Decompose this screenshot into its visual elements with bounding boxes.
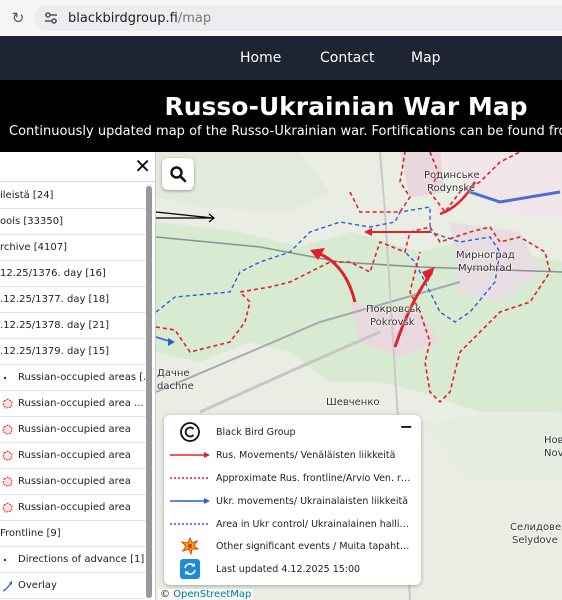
layer-list-item[interactable]: .12.25/1378. day [21] — [0, 313, 146, 339]
blue-arrow-icon — [2, 580, 12, 592]
layer-list-item[interactable]: 12.25/1376. day [16] — [0, 261, 146, 287]
bullet-icon — [3, 558, 7, 561]
map-label-dachne: dachne — [157, 381, 194, 392]
red-area-icon — [2, 475, 13, 487]
layer-list-item[interactable]: Russian-occupied area ... — [0, 391, 146, 417]
page-subtitle: Continuously updated map of the Russo-Uk… — [9, 124, 562, 139]
layer-list-item-label: Overlay — [18, 580, 57, 591]
layer-panel-header: ✕ — [0, 152, 155, 182]
layer-list-item-label: Russian-occupied area — [18, 476, 131, 487]
red-area-icon — [2, 449, 13, 461]
legend-row-label: Other significant events / Muita tapahtu… — [216, 540, 412, 552]
legend-row: Other significant events / Muita tapahtu… — [164, 535, 421, 557]
legend-row: Rus. Movements/ Venäläisten liikkeitä — [164, 444, 421, 466]
page-header: Russo-Ukrainian War Map Continuously upd… — [0, 80, 562, 152]
layer-list-item[interactable]: Russian-occupied area — [0, 443, 146, 469]
map-label-myrnohrad-ua: Мирноград — [456, 250, 515, 261]
red-arrow-icon — [164, 444, 216, 466]
top-navigation: Home Contact Map — [0, 36, 562, 80]
layer-list-item[interactable]: rchive [4107] — [0, 235, 146, 261]
layer-list-item[interactable]: Russian-occupied area — [0, 469, 146, 495]
layer-list-item[interactable]: Overlay — [0, 573, 146, 599]
layer-list-item-label: Russian-occupied area — [18, 424, 131, 435]
layer-list-item-label: Russian-occupied area — [18, 450, 131, 461]
layer-list-item-label: rchive [4107] — [0, 242, 68, 253]
layer-list-item[interactable]: ileistä [24] — [0, 183, 146, 209]
search-icon — [170, 166, 187, 183]
close-icon[interactable]: ✕ — [134, 154, 151, 178]
site-settings-icon[interactable] — [42, 9, 60, 27]
red-area-icon — [2, 501, 13, 513]
map-label-selydove-ua: Селидове — [510, 522, 562, 533]
layer-list-item-label: .12.25/1379. day [15] — [0, 346, 110, 357]
openstreetmap-link[interactable]: OpenStreetMap — [173, 589, 251, 600]
nav-contact-link[interactable]: Contact — [320, 50, 374, 66]
bullet-icon — [3, 376, 7, 379]
layer-list-item-label: 12.25/1376. day [16] — [0, 268, 106, 279]
nav-map-link[interactable]: Map — [411, 50, 441, 66]
map-search-button[interactable] — [162, 158, 194, 190]
attribution-prefix: © — [160, 589, 170, 600]
legend-row-label: Rus. Movements/ Venäläisten liikkeitä — [216, 449, 396, 461]
red-area-icon — [2, 423, 13, 435]
map-attribution: © OpenStreetMap — [158, 589, 254, 600]
layer-list-item[interactable]: Russian-occupied area — [0, 495, 146, 521]
layer-list-item[interactable]: .12.25/1379. day [15] — [0, 339, 146, 365]
map-label-novo: Nov — [544, 448, 562, 459]
legend-row: Black Bird Group — [164, 421, 421, 443]
layer-list-item-label: Russian-occupied area ... — [18, 398, 144, 409]
red-area-icon — [2, 397, 13, 409]
layer-list-item-label: Frontline [9] — [0, 528, 61, 539]
legend-row-label: Last updated 4.12.2025 15:00 — [216, 563, 361, 575]
layer-list-item-label: Russian-occupied areas [... — [18, 372, 146, 383]
layer-list-item[interactable]: Russian-occupied area — [0, 417, 146, 443]
legend-row-label: Area in Ukr control/ Ukrainalainen halli… — [216, 518, 412, 530]
layer-list-item[interactable]: ools [33350] — [0, 209, 146, 235]
layer-list-item-label: .12.25/1377. day [18] — [0, 294, 110, 305]
legend-row: Last updated 4.12.2025 15:00 — [164, 558, 421, 580]
layer-list-item[interactable]: Russian-occupied areas [... — [0, 365, 146, 391]
blue-arrow-icon — [164, 490, 216, 512]
refresh-icon — [164, 558, 216, 580]
map-label-shevchenko-ua: Шевченко — [326, 397, 380, 408]
nav-home-link[interactable]: Home — [240, 50, 281, 66]
map-legend: − Black Bird Group Rus. Movements/ Venälä… — [164, 415, 421, 585]
layer-panel: ✕ ileistä [24] ools [33350] rchive [4107] 1… — [0, 152, 156, 600]
map-label-rodynske: Rodynske — [427, 183, 476, 194]
legend-row-label: Ukr. movements/ Ukrainalaisten liikkeitä — [216, 495, 409, 507]
browser-url-bar: ↻ blackbirdgroup.fi/map — [0, 0, 562, 36]
address-field[interactable]: blackbirdgroup.fi/map — [34, 5, 562, 31]
map-label-rodynske-ua: Родинське — [424, 170, 480, 181]
legend-row: Ukr. movements/ Ukrainalaisten liikkeitä — [164, 490, 421, 512]
page-title: Russo-Ukrainian War Map — [164, 92, 528, 121]
layer-list-item[interactable]: .12.25/1377. day [18] — [0, 287, 146, 313]
layer-list-item-label: Russian-occupied area — [18, 502, 131, 513]
url-host: blackbirdgroup.fi — [68, 10, 178, 26]
map-label-pokrovsk: Pokrovsk — [370, 317, 415, 328]
explosion-icon — [164, 535, 216, 557]
map-label-selydove: Selydove — [512, 535, 558, 546]
layer-list: ileistä [24] ools [33350] rchive [4107] 12.… — [0, 183, 146, 599]
copyright-icon — [164, 421, 216, 443]
red-dashed-line-icon — [164, 467, 216, 489]
layer-list-item-label: ools [33350] — [0, 216, 64, 227]
legend-row-label: Approximate Rus. frontline/Arvio Ven. ri… — [216, 472, 412, 484]
reload-icon[interactable]: ↻ — [6, 9, 30, 27]
layer-list-item[interactable]: Frontline [9] — [0, 521, 146, 547]
layer-panel-scrollbar[interactable] — [146, 184, 152, 598]
layer-list-item-label: .12.25/1378. day [21] — [0, 320, 110, 331]
url-path: /map — [177, 10, 212, 26]
map-label-myrnohrad: Myrnohrad — [458, 263, 512, 274]
scrollbar-thumb[interactable] — [146, 186, 152, 598]
legend-row: Area in Ukr control/ Ukrainalainen halli… — [164, 513, 421, 535]
layer-list-item-label: ileistä [24] — [0, 190, 54, 201]
layer-list-item[interactable]: Directions of advance [1] — [0, 547, 146, 573]
map-label-pokrovsk-ua: Покровськ — [366, 304, 422, 315]
legend-row-label: Black Bird Group — [216, 426, 296, 438]
legend-row: Approximate Rus. frontline/Arvio Ven. ri… — [164, 467, 421, 489]
blue-dashed-line-icon — [164, 513, 216, 535]
layer-list-item-label: Directions of advance [1] — [18, 554, 145, 565]
map-label-novo-ua: Нов — [544, 435, 562, 446]
map-label-dachne-ua: Дачне — [157, 368, 190, 379]
